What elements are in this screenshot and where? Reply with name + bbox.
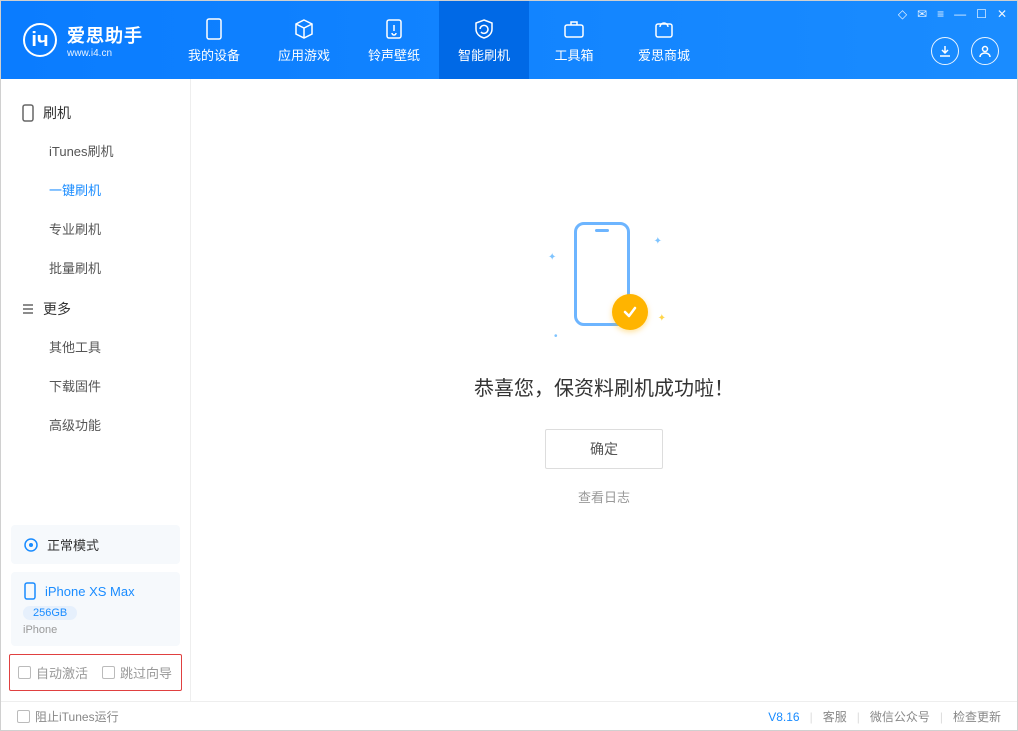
sidebar-item-batch-flash[interactable]: 批量刷机 <box>1 248 190 287</box>
mode-card[interactable]: 正常模式 <box>11 525 180 564</box>
nav-label: 我的设备 <box>188 45 240 64</box>
app-logo-icon: iч <box>23 23 57 57</box>
maximize-icon[interactable]: ☐ <box>976 7 987 21</box>
phone-icon <box>23 582 37 600</box>
nav-smart-flash[interactable]: 智能刷机 <box>439 1 529 79</box>
feedback-icon[interactable]: ✉ <box>917 7 927 21</box>
checkbox-block-itunes[interactable]: 阻止iTunes运行 <box>17 708 119 725</box>
sidebar-item-itunes-flash[interactable]: iTunes刷机 <box>1 131 190 170</box>
menu-icon[interactable]: ≡ <box>937 7 944 21</box>
nav-my-device[interactable]: 我的设备 <box>169 1 259 79</box>
version-label: V8.16 <box>768 710 799 724</box>
shop-icon <box>652 17 676 41</box>
sidebar-item-download-firmware[interactable]: 下载固件 <box>1 366 190 405</box>
device-name: iPhone XS Max <box>45 584 135 599</box>
success-message: 恭喜您，保资料刷机成功啦！ <box>474 372 734 401</box>
device-type: iPhone <box>23 624 168 636</box>
main-content: ✦✦•✦ 恭喜您，保资料刷机成功啦！ 确定 查看日志 <box>191 79 1017 701</box>
sidebar-item-one-click-flash[interactable]: 一键刷机 <box>1 170 190 209</box>
nav-label: 工具箱 <box>554 45 593 64</box>
header-right-icons <box>931 37 999 65</box>
music-file-icon <box>382 17 406 41</box>
sidebar-item-advanced[interactable]: 高级功能 <box>1 405 190 444</box>
refresh-shield-icon <box>472 17 496 41</box>
app-subtitle: www.i4.cn <box>67 48 143 59</box>
nav-label: 应用游戏 <box>278 45 330 64</box>
cube-icon <box>292 17 316 41</box>
skin-icon[interactable]: ◇ <box>898 7 907 21</box>
download-icon[interactable] <box>931 37 959 65</box>
minimize-icon[interactable]: — <box>954 7 966 21</box>
sidebar-section-title: 刷机 <box>43 103 71 123</box>
toolbox-icon <box>562 17 586 41</box>
footer-link-support[interactable]: 客服 <box>823 708 847 725</box>
nav-label: 爱思商城 <box>638 45 690 64</box>
sidebar: 刷机 iTunes刷机 一键刷机 专业刷机 批量刷机 更多 其他工具 下载固件 … <box>1 79 191 701</box>
window-controls: ◇ ✉ ≡ — ☐ ✕ <box>898 7 1007 21</box>
footer-link-update[interactable]: 检查更新 <box>953 708 1001 725</box>
app-title: 爱思助手 <box>67 22 143 48</box>
view-log-link[interactable]: 查看日志 <box>578 487 630 506</box>
logo-area: iч 爱思助手 www.i4.cn <box>1 1 161 79</box>
checkbox-auto-activate[interactable]: 自动激活 <box>18 663 88 682</box>
ok-button[interactable]: 确定 <box>545 429 663 469</box>
check-badge-icon <box>612 294 648 330</box>
main-nav: 我的设备 应用游戏 铃声壁纸 智能刷机 工具箱 爱思商城 <box>169 1 709 79</box>
device-card[interactable]: iPhone XS Max 256GB iPhone <box>11 572 180 646</box>
success-illustration: ✦✦•✦ <box>534 214 674 354</box>
sidebar-item-pro-flash[interactable]: 专业刷机 <box>1 209 190 248</box>
mode-label: 正常模式 <box>47 535 99 554</box>
user-icon[interactable] <box>971 37 999 65</box>
mode-icon <box>23 537 39 553</box>
footer-bar: 阻止iTunes运行 V8.16 | 客服 | 微信公众号 | 检查更新 <box>1 701 1017 731</box>
sidebar-section-flash: 刷机 <box>1 91 190 131</box>
checkbox-skip-guide[interactable]: 跳过向导 <box>102 663 172 682</box>
highlighted-checkbox-row: 自动激活 跳过向导 <box>9 654 182 691</box>
device-icon <box>202 17 226 41</box>
nav-ringtones[interactable]: 铃声壁纸 <box>349 1 439 79</box>
nav-shop[interactable]: 爱思商城 <box>619 1 709 79</box>
sidebar-item-other-tools[interactable]: 其他工具 <box>1 327 190 366</box>
device-storage-badge: 256GB <box>23 606 77 620</box>
sidebar-section-title: 更多 <box>43 299 71 319</box>
close-icon[interactable]: ✕ <box>997 7 1007 21</box>
nav-label: 铃声壁纸 <box>368 45 420 64</box>
footer-link-wechat[interactable]: 微信公众号 <box>870 708 930 725</box>
nav-apps-games[interactable]: 应用游戏 <box>259 1 349 79</box>
sidebar-section-more: 更多 <box>1 287 190 327</box>
nav-label: 智能刷机 <box>458 45 510 64</box>
header-bar: iч 爱思助手 www.i4.cn 我的设备 应用游戏 铃声壁纸 智能刷机 工具… <box>1 1 1017 79</box>
nav-toolbox[interactable]: 工具箱 <box>529 1 619 79</box>
